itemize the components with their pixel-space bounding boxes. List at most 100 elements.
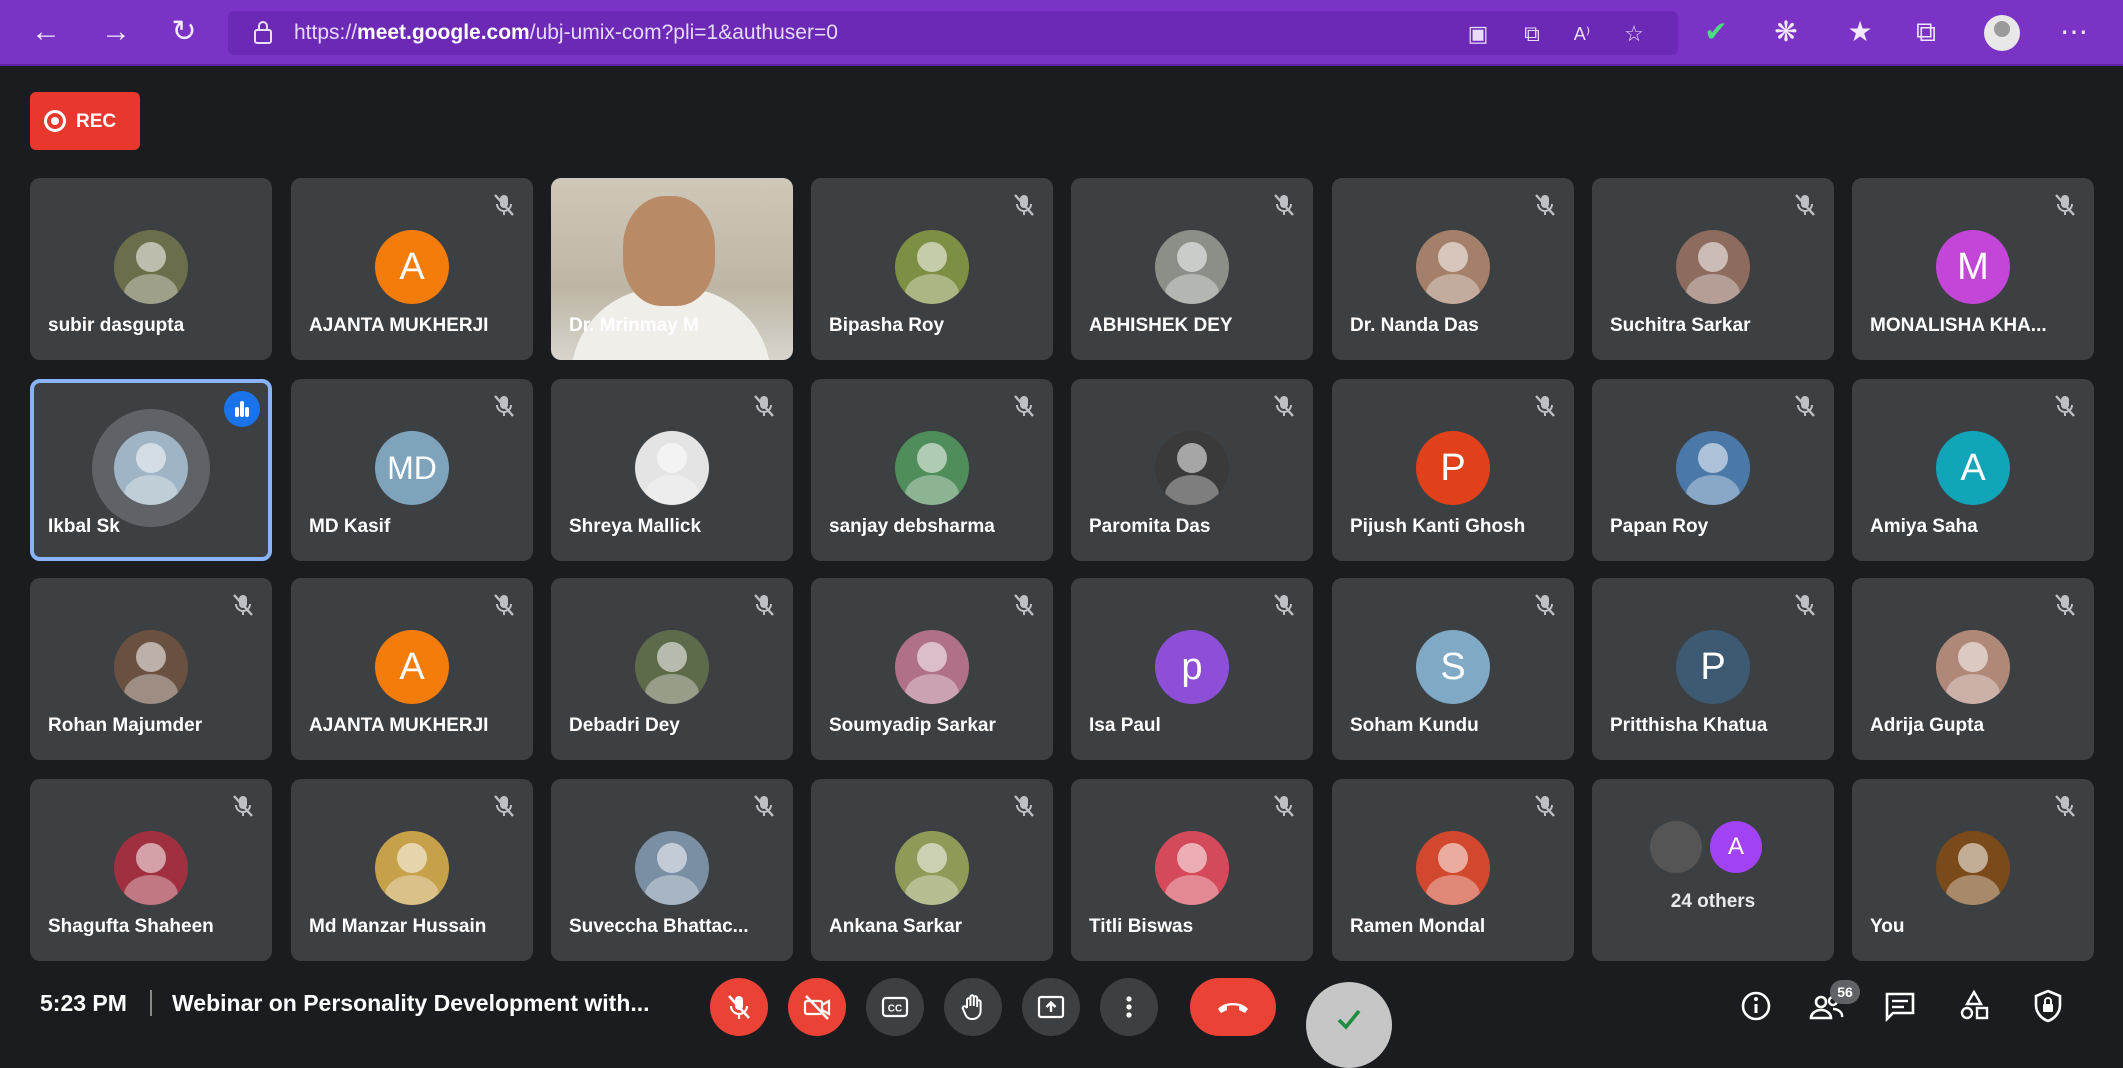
divider (150, 990, 152, 1016)
participant-tile[interactable]: Papan Roy (1592, 379, 1834, 561)
mic-off-icon (226, 789, 260, 823)
participant-tile[interactable]: Md Manzar Hussain (291, 779, 533, 961)
collections-icon[interactable]: ⧉ (1908, 14, 1944, 50)
participant-name: AJANTA MUKHERJI (309, 315, 489, 336)
back-icon[interactable]: ← (26, 12, 66, 52)
avatar (114, 831, 188, 905)
participant-tile[interactable]: Adrija Gupta (1852, 578, 2094, 760)
checkmark-extension-icon[interactable]: ✔ (1698, 14, 1734, 50)
mic-off-icon (1267, 789, 1301, 823)
recording-label: REC (76, 111, 117, 132)
participant-name: Md Manzar Hussain (309, 916, 487, 937)
participant-tile[interactable]: subir dasgupta (30, 178, 272, 360)
participant-tile[interactable]: Soumyadip Sarkar (811, 578, 1053, 760)
avatar (1155, 431, 1229, 505)
participant-name: ABHISHEK DEY (1089, 315, 1233, 336)
more-options-icon[interactable]: ⋯ (2056, 14, 2092, 50)
record-icon (44, 110, 66, 132)
participant-tile[interactable]: Titli Biswas (1071, 779, 1313, 961)
mic-off-icon (1528, 789, 1562, 823)
participant-tile[interactable]: Debadri Dey (551, 578, 793, 760)
read-aloud-icon[interactable]: A⁾ (1568, 23, 1596, 45)
participant-tile[interactable]: Ramen Mondal (1332, 779, 1574, 961)
avatar (1416, 831, 1490, 905)
reload-icon[interactable]: ↻ (164, 12, 204, 52)
participant-tile[interactable]: A AJANTA MUKHERJI (291, 178, 533, 360)
more-options-button[interactable] (1100, 978, 1158, 1036)
avatar: A (375, 230, 449, 304)
participant-tile[interactable]: A Amiya Saha (1852, 379, 2094, 561)
participant-name: subir dasgupta (48, 315, 185, 336)
participant-tile[interactable]: sanjay debsharma (811, 379, 1053, 561)
participant-tile[interactable]: Rohan Majumder (30, 578, 272, 760)
mic-off-icon (2048, 188, 2082, 222)
hand-icon (961, 994, 982, 1020)
participant-tile[interactable]: Suchitra Sarkar (1592, 178, 1834, 360)
video-feed-person (623, 196, 715, 306)
camera-icon[interactable]: ▣ (1464, 23, 1492, 45)
participant-tile[interactable]: Ikbal Sk (30, 379, 272, 561)
participant-tile[interactable]: P Pritthisha Khatua (1592, 578, 1834, 760)
participant-name: AJANTA MUKHERJI (309, 715, 489, 736)
avatar (1676, 431, 1750, 505)
avatar: MD (375, 431, 449, 505)
participant-tile[interactable]: Shagufta Shaheen (30, 779, 272, 961)
participant-tile[interactable]: S Soham Kundu (1332, 578, 1574, 760)
participant-tile[interactable]: Dr. Mrinmay M (551, 178, 793, 360)
mic-off-icon (1007, 188, 1041, 222)
mic-off-icon (487, 789, 521, 823)
mic-off-icon (747, 789, 781, 823)
activities-button[interactable] (1954, 986, 1994, 1026)
present-screen-button[interactable] (1022, 978, 1080, 1036)
participant-tile[interactable]: You (1852, 779, 2094, 961)
info-icon (1741, 991, 1771, 1021)
profile-avatar[interactable] (1984, 15, 2020, 51)
forward-icon[interactable]: → (96, 12, 136, 52)
participant-tile[interactable]: M MONALISHA KHA... (1852, 178, 2094, 360)
svg-text:CC: CC (888, 1004, 902, 1015)
avatar (635, 431, 709, 505)
participant-tile[interactable]: Shreya Mallick (551, 379, 793, 561)
chat-button[interactable] (1880, 986, 1920, 1026)
participant-tile[interactable]: Dr. Nanda Das (1332, 178, 1574, 360)
participant-name: Pritthisha Khatua (1610, 715, 1768, 736)
participant-tile[interactable]: A AJANTA MUKHERJI (291, 578, 533, 760)
chat-icon (1885, 992, 1915, 1023)
participant-name: Ikbal Sk (48, 516, 120, 537)
participant-tile[interactable]: Bipasha Roy (811, 178, 1053, 360)
participant-tile[interactable]: Ankana Sarkar (811, 779, 1053, 961)
leave-call-button[interactable] (1190, 978, 1276, 1036)
participant-tile[interactable]: Suveccha Bhattac... (551, 779, 793, 961)
participant-tile[interactable]: ABHISHEK DEY (1071, 178, 1313, 360)
avatar (635, 630, 709, 704)
extension-icon[interactable]: ❋ (1768, 14, 1804, 50)
avatar (1155, 831, 1229, 905)
participant-name: Titli Biswas (1089, 916, 1194, 937)
participant-name: Soumyadip Sarkar (829, 715, 996, 736)
avatar (895, 630, 969, 704)
microphone-toggle-button[interactable] (710, 978, 768, 1036)
participant-tile[interactable]: MD MD Kasif (291, 379, 533, 561)
mic-off-icon (1788, 188, 1822, 222)
participant-tile[interactable]: A 24 others (1592, 779, 1834, 961)
participant-tile[interactable]: p Isa Paul (1071, 578, 1313, 760)
mic-off-icon (1007, 588, 1041, 622)
participant-tile[interactable]: P Pijush Kanti Ghosh (1332, 379, 1574, 561)
meeting-details-button[interactable] (1736, 986, 1776, 1026)
address-bar[interactable]: https://meet.google.com/ubj-umix-com?pli… (228, 11, 1678, 55)
mic-off-icon (1528, 588, 1562, 622)
captions-button[interactable]: CC (866, 978, 924, 1036)
avatar (1936, 630, 2010, 704)
confirm-button[interactable] (1306, 982, 1392, 1068)
mic-off-icon (1007, 389, 1041, 423)
favorites-icon[interactable]: ★ (1842, 14, 1878, 50)
mic-off-icon (728, 995, 750, 1019)
participant-tile[interactable]: Paromita Das (1071, 379, 1313, 561)
open-in-app-icon[interactable]: ⧉ (1518, 23, 1546, 45)
raise-hand-button[interactable] (944, 978, 1002, 1036)
camera-toggle-button[interactable] (788, 978, 846, 1036)
host-controls-button[interactable] (2028, 986, 2068, 1026)
favorite-icon[interactable]: ☆ (1620, 23, 1648, 45)
avatar (895, 230, 969, 304)
participant-name: Adrija Gupta (1870, 715, 1985, 736)
